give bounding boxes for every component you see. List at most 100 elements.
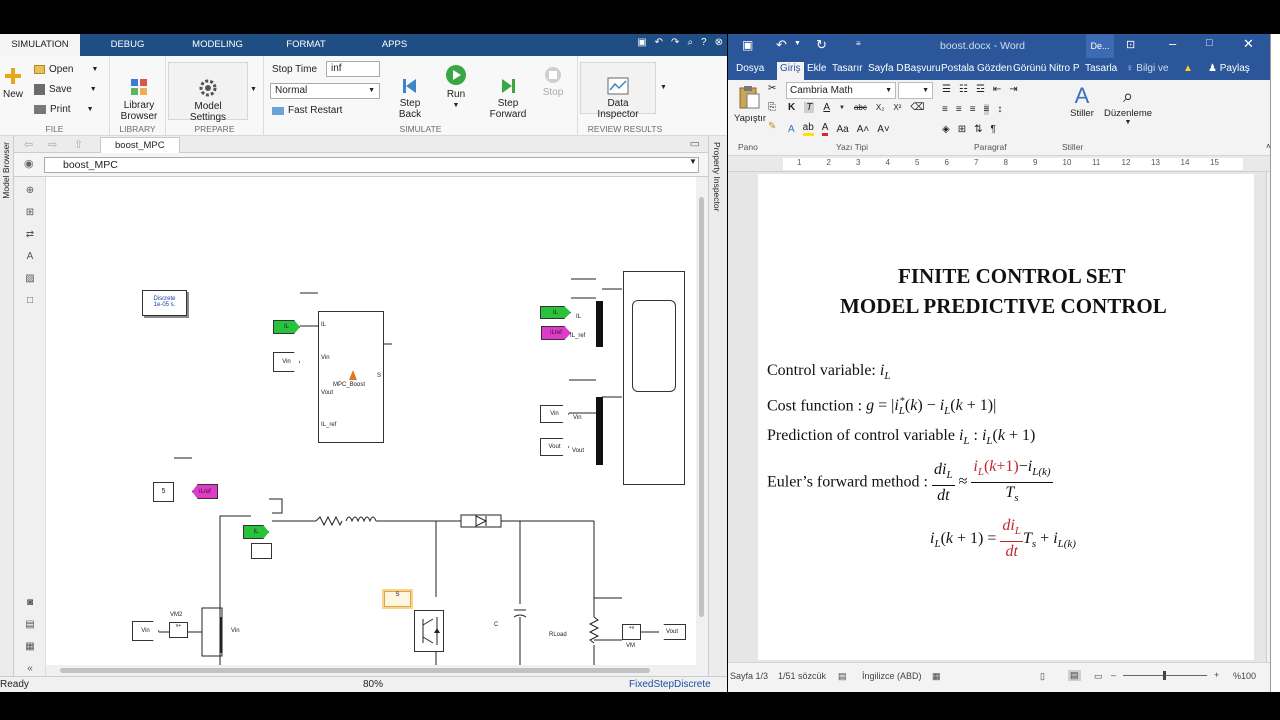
annotation-icon[interactable]: A — [23, 251, 37, 263]
run-dropdown-icon[interactable]: ▼ — [436, 100, 476, 111]
canvas-vertical-scrollbar[interactable] — [696, 177, 708, 676]
tab-view[interactable]: Görünü — [1013, 62, 1046, 80]
powergui-block[interactable]: Discrete 1e-05 s. — [142, 290, 187, 316]
borders-icon[interactable]: ⊞ — [958, 124, 966, 135]
step-back-button[interactable]: Step Back — [390, 66, 430, 131]
tab-table-design[interactable]: Tasarla — [1085, 62, 1117, 80]
share-button[interactable]: ♟ Paylaş — [1208, 62, 1250, 80]
library-browser-button[interactable]: Library Browser — [118, 66, 160, 133]
zoom-out-icon[interactable]: – — [1111, 670, 1116, 680]
fast-restart-toggle[interactable]: Fast Restart — [272, 105, 342, 116]
minimize-icon[interactable]: – — [1169, 36, 1176, 51]
stop-button[interactable]: Stop — [536, 66, 570, 98]
save-icon[interactable]: ▣ — [637, 37, 646, 48]
account-button[interactable]: De... — [1086, 34, 1114, 58]
constant-block[interactable]: 5 — [153, 482, 174, 502]
save-button[interactable]: Save ▼ — [34, 84, 97, 95]
tell-me-box[interactable]: ♀ Bilgi ve — [1126, 62, 1169, 80]
font-name-select[interactable]: Cambria Math ▼ — [786, 82, 896, 99]
tab-list-icon[interactable]: ▭ — [690, 137, 700, 150]
decrease-indent-icon[interactable]: ⇤ — [993, 84, 1001, 95]
subscript-icon[interactable]: X₂ — [876, 103, 884, 112]
multilevel-icon[interactable]: ☲ — [976, 84, 985, 95]
status-words[interactable]: 1/51 sözcük — [778, 671, 826, 681]
tab-references[interactable]: Başvuru — [904, 62, 941, 80]
current-sensor-block[interactable] — [251, 543, 272, 559]
hide-browser-icon[interactable]: ◉ — [24, 157, 34, 170]
superscript-icon[interactable]: X² — [893, 103, 901, 112]
close-icon[interactable]: ⊗ — [715, 37, 723, 48]
align-center-icon[interactable]: ≡ — [956, 104, 962, 115]
search-icon[interactable]: ⌕ — [687, 37, 693, 48]
from-tag-s[interactable]: S — [384, 591, 411, 607]
tab-design[interactable]: Tasarır — [832, 62, 863, 80]
address-dropdown-icon[interactable]: ▼ — [689, 157, 697, 166]
tab-home[interactable]: Giriş — [777, 62, 804, 80]
status-language[interactable]: İngilizce (ABD) — [862, 671, 922, 681]
model-tab-boost-mpc[interactable]: boost_MPC — [100, 137, 180, 153]
editing-button[interactable]: ⌕ Düzenleme ▼ — [1100, 84, 1156, 126]
redo-icon[interactable]: ↷ — [671, 37, 679, 48]
mux-bottom[interactable] — [596, 397, 603, 465]
grow-font-icon[interactable]: A˄ — [857, 124, 870, 135]
align-left-icon[interactable]: ≡ — [942, 104, 948, 115]
tab-simulation[interactable]: SIMULATION — [0, 34, 80, 56]
igbt-diode-block[interactable] — [414, 610, 444, 652]
read-mode-icon[interactable]: ▯ — [1040, 671, 1045, 682]
data-inspector-button[interactable]: Data Inspector — [580, 62, 656, 120]
pilcrow-icon[interactable]: ¶ — [990, 124, 995, 135]
bullets-icon[interactable]: ☰ — [942, 84, 951, 95]
tab-insert[interactable]: Ekle — [807, 62, 826, 80]
italic-icon[interactable]: T — [804, 102, 815, 113]
arrows-icon[interactable]: ⇄ — [23, 229, 37, 241]
status-zoom-level[interactable]: %100 — [1233, 671, 1256, 681]
maximize-icon[interactable]: □ — [1206, 37, 1213, 49]
tab-review[interactable]: Gözden — [977, 62, 1012, 80]
image-icon[interactable]: ▨ — [23, 273, 37, 285]
new-button[interactable]: New — [2, 66, 24, 100]
tab-mailings[interactable]: Postala — [941, 62, 974, 80]
sample-time-icon[interactable]: ▦ — [23, 641, 37, 653]
web-layout-icon[interactable]: ▭ — [1094, 671, 1103, 682]
scope-block[interactable] — [623, 271, 685, 485]
mux-top[interactable] — [596, 301, 603, 347]
tab-nitro[interactable]: Nitro P — [1049, 62, 1080, 80]
camera-icon[interactable]: ◙ — [23, 597, 37, 609]
align-right-icon[interactable]: ≡ — [970, 104, 976, 115]
zoom-icon[interactable]: ⊕ — [23, 185, 37, 197]
format-painter-icon[interactable]: ✎ — [768, 121, 776, 132]
increase-indent-icon[interactable]: ⇥ — [1009, 84, 1017, 95]
area-icon[interactable]: □ — [23, 295, 37, 307]
step-forward-button[interactable]: Step Forward — [486, 66, 530, 131]
forward-arrow-icon[interactable]: ⇨ — [48, 138, 57, 151]
close-icon[interactable]: ✕ — [1243, 36, 1254, 52]
voltage-measurement-vm[interactable]: +v — [622, 624, 641, 640]
tab-layout[interactable]: Sayfa D — [868, 62, 904, 80]
tab-debug[interactable]: DEBUG — [80, 34, 175, 56]
review-expand-icon[interactable]: ▼ — [660, 84, 667, 91]
up-arrow-icon[interactable]: ⇧ — [74, 138, 83, 151]
font-color-icon[interactable]: A — [821, 122, 829, 136]
document-page[interactable]: FINITE CONTROL SET MODEL PREDICTIVE CONT… — [758, 174, 1254, 660]
property-inspector-strip[interactable]: Property Inspector — [708, 136, 727, 676]
prepare-expand-icon[interactable]: ▼ — [250, 86, 257, 93]
tab-modeling[interactable]: MODELING — [175, 34, 260, 56]
model-path-breadcrumb[interactable]: boost_MPC — [44, 157, 699, 173]
underline-dropdown-icon[interactable]: ▼ — [839, 105, 845, 111]
undo-dropdown-icon[interactable]: ▼ — [794, 40, 801, 47]
underline-icon[interactable]: A — [823, 102, 830, 113]
sort-icon[interactable]: ⇅ — [974, 124, 982, 135]
numbering-icon[interactable]: ☷ — [959, 84, 968, 95]
line-spacing-icon[interactable]: ↕ — [997, 104, 1002, 115]
highlight-icon[interactable]: ab — [802, 122, 814, 136]
change-case-icon[interactable]: Aa — [836, 124, 848, 135]
mpc-boost-block[interactable]: IL Vin Vout IL_ref S MPC_Boost — [318, 311, 384, 443]
stop-time-input[interactable]: inf — [326, 61, 380, 77]
explorer-bar-icon[interactable]: ▤ — [23, 619, 37, 631]
canvas-horizontal-scrollbar[interactable] — [46, 665, 696, 676]
print-button[interactable]: Print ▼ — [34, 104, 94, 115]
run-button[interactable]: Run ▼ — [436, 64, 476, 111]
justify-icon[interactable]: ≡ — [983, 104, 990, 115]
help-icon[interactable]: ? — [701, 37, 707, 48]
tab-file[interactable]: Dosya — [736, 62, 764, 80]
